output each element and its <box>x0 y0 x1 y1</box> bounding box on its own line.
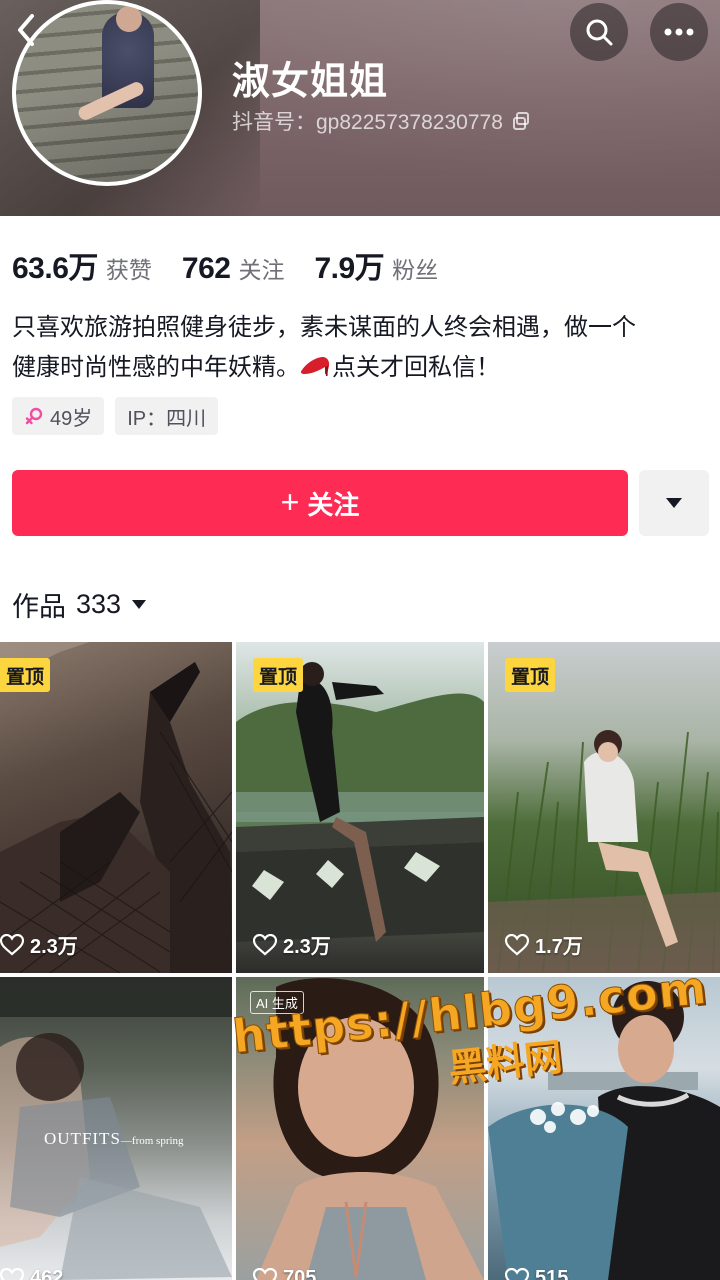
video-thumbnail[interactable]: 置顶 1.7万 <box>488 642 720 973</box>
pinned-badge: 置顶 <box>505 658 556 692</box>
age-label: 49岁 <box>50 407 93 430</box>
heart-icon <box>253 1267 277 1280</box>
heart-icon <box>505 1267 529 1280</box>
heart-icon <box>253 933 277 955</box>
follow-button[interactable]: + 关注 <box>12 470 628 536</box>
copy-icon[interactable] <box>511 111 531 131</box>
heart-icon <box>505 933 529 955</box>
more-button[interactable] <box>650 3 708 61</box>
female-icon <box>25 407 43 425</box>
back-button[interactable] <box>14 8 68 52</box>
video-thumbnail[interactable]: 置顶 2.3万 <box>0 642 232 973</box>
plus-icon: + <box>280 483 300 520</box>
stat-value: 63.6万 <box>12 252 98 285</box>
video-thumbnail[interactable]: 置顶 2.3万 <box>236 642 484 973</box>
likes-count: 705 <box>283 1267 317 1280</box>
video-likes: 2.3万 <box>253 930 331 959</box>
profile-tags: 49岁 IP：四川 <box>12 397 219 435</box>
works-label: 作品 <box>12 592 66 622</box>
likes-count: 2.3万 <box>30 936 78 958</box>
works-tab[interactable]: 作品 333 <box>12 585 147 624</box>
likes-count: 1.7万 <box>535 936 583 958</box>
pinned-badge: 置顶 <box>0 658 51 692</box>
douyin-id: 抖音号：gp82257378230778 <box>232 111 503 134</box>
stat-following[interactable]: 762 关注 <box>182 251 285 286</box>
likes-count: 462 <box>30 1267 64 1280</box>
bio-line: 只喜欢旅游拍照健身徒步，素未谋面的人终会相遇，做一个 <box>12 314 636 341</box>
chevron-left-icon <box>18 14 34 46</box>
video-likes: 1.7万 <box>505 930 583 959</box>
profile-nickname: 淑女姐姐 <box>232 61 389 103</box>
caret-down-icon <box>132 600 147 609</box>
overlay-title: OUTFITS <box>44 1129 121 1148</box>
high-heel-emoji-icon <box>300 351 332 376</box>
bio-line: 健康时尚性感的中年妖精。 点关才回私信！ <box>12 348 702 388</box>
stat-value: 762 <box>181 252 231 285</box>
works-count: 333 <box>76 589 122 619</box>
follow-label: 关注 <box>307 489 360 520</box>
ip-tag: IP：四川 <box>115 397 219 435</box>
stat-followers[interactable]: 7.9万 粉丝 <box>314 243 438 287</box>
video-likes: 462 <box>0 1267 63 1280</box>
overlay-subtitle: —from spring <box>120 1135 184 1147</box>
douyin-id-row[interactable]: 抖音号：gp82257378230778 <box>232 106 531 136</box>
caret-down-icon <box>666 498 682 508</box>
heart-icon <box>0 933 24 955</box>
more-dots-icon <box>664 28 694 36</box>
video-likes: 515 <box>505 1267 568 1280</box>
stat-likes[interactable]: 63.6万 获赞 <box>12 243 152 287</box>
stat-label: 关注 <box>238 257 285 283</box>
bio-text: 点关才回私信！ <box>332 354 500 381</box>
pinned-badge: 置顶 <box>253 658 304 692</box>
video-likes: 2.3万 <box>0 930 78 959</box>
likes-count: 2.3万 <box>283 936 331 958</box>
recommend-dropdown-button[interactable] <box>639 470 709 536</box>
video-grid: 置顶 2.3万 置顶 2.3万 置顶 1.7万 OUTFITS—from spr… <box>0 640 720 1280</box>
likes-count: 515 <box>535 1267 569 1280</box>
profile-header: 淑女姐姐 抖音号：gp82257378230778 <box>0 0 720 216</box>
heart-icon <box>0 1267 24 1280</box>
bio-text: 健康时尚性感的中年妖精。 <box>12 354 300 381</box>
video-thumbnail[interactable]: OUTFITS—from spring 462 <box>0 977 232 1280</box>
stat-value: 7.9万 <box>314 252 385 285</box>
video-overlay-text: OUTFITS—from spring <box>44 1129 184 1149</box>
age-tag: 49岁 <box>12 397 105 435</box>
profile-bio: 只喜欢旅游拍照健身徒步，素未谋面的人终会相遇，做一个 健康时尚性感的中年妖精。 … <box>12 308 702 388</box>
search-icon <box>586 19 613 46</box>
stat-label: 粉丝 <box>392 257 439 283</box>
avatar-head <box>116 6 142 32</box>
stat-label: 获赞 <box>105 257 152 283</box>
video-likes: 705 <box>253 1267 316 1280</box>
search-button[interactable] <box>570 3 628 61</box>
profile-stats: 63.6万 获赞 762 关注 7.9万 粉丝 <box>12 243 468 287</box>
ip-label: IP：四川 <box>127 407 207 430</box>
